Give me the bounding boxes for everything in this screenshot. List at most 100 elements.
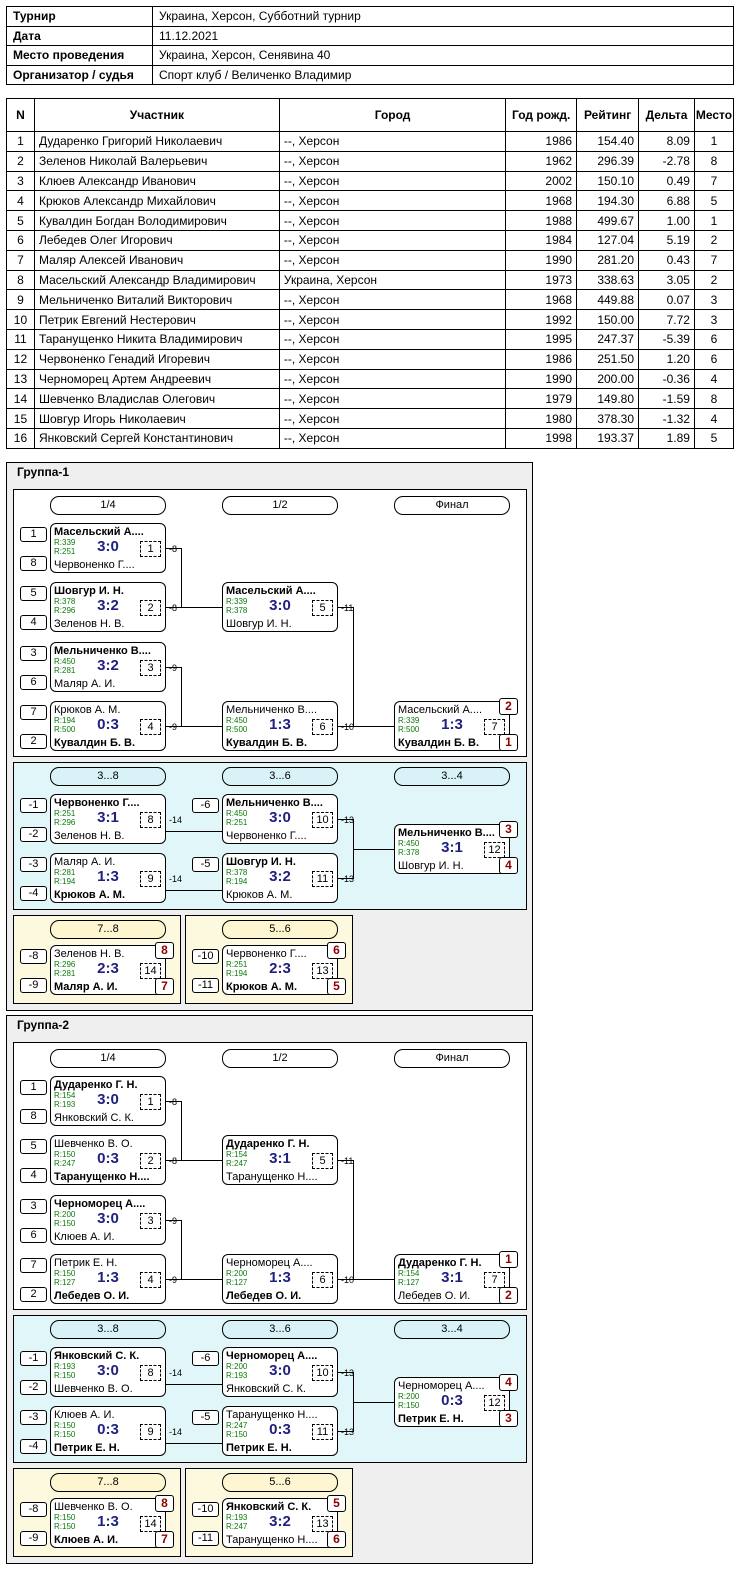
loser-link-label: -9 xyxy=(169,663,178,673)
match-number: 7 xyxy=(484,719,505,735)
match-box: Шевченко В. О. R:150 R:247 0:3 2 Таранущенко … xyxy=(50,1135,166,1185)
player-1-name: Дударенко Г. Н. xyxy=(54,1079,138,1091)
rating: 296.39 xyxy=(576,150,640,172)
seed-box: 1 xyxy=(20,1080,47,1095)
seed-box: -4 xyxy=(20,1439,47,1454)
player-1-name: Дударенко Г. Н. xyxy=(398,1257,482,1269)
place-badge: 5 xyxy=(327,1495,346,1512)
match-box: Дударенко Г. Н. R:154 R:193 3:0 1 Янковский С… xyxy=(50,1076,166,1126)
loser-link-label: -9 xyxy=(169,722,178,732)
round-label: Финал xyxy=(394,496,510,515)
match-number: 11 xyxy=(312,871,333,887)
participant-name: Кувалдин Богдан Володимирович xyxy=(33,210,280,231)
participant-row: 10 Петрик Евгений Нестерович --, Херсон 199… xyxy=(6,309,735,330)
place-number: 14 xyxy=(6,388,35,410)
player-1-name: Шовгур И. Н. xyxy=(54,585,124,597)
player-1-rating: R:450 xyxy=(54,657,76,666)
place-badge: 2 xyxy=(499,1287,518,1304)
match-number: 6 xyxy=(312,719,333,735)
participant-city: --, Херсон xyxy=(278,249,507,271)
info-row: Турнир Украина, Херсон, Субботний турнир xyxy=(6,6,734,27)
place-number: 7 xyxy=(6,249,35,271)
final-place: 4 xyxy=(693,408,735,429)
seed-box: -1 xyxy=(20,1351,47,1366)
participant-city: --, Херсон xyxy=(278,388,507,410)
match-number: 1 xyxy=(140,541,161,557)
bracket-line xyxy=(166,1279,181,1280)
place-number: 6 xyxy=(6,229,35,251)
match-box: Масельский А.... R:339 R:251 3:0 1 Червоненко… xyxy=(50,523,166,573)
header-participant-name: Участник xyxy=(33,98,280,132)
bracket-line xyxy=(338,1372,353,1373)
header-final-place: Место xyxy=(693,98,735,132)
loser-link-label: -14 xyxy=(169,815,183,825)
rating: 149.80 xyxy=(576,388,640,410)
player-2-rating: R:127 xyxy=(226,1278,248,1287)
place-badge: 7 xyxy=(155,978,174,995)
header-place-number: N xyxy=(6,98,35,132)
place-badge: 8 xyxy=(155,1495,174,1512)
match-box: Шевченко В. О. R:150 R:150 1:3 14 Клюев А. И. xyxy=(50,1498,166,1548)
seed-box: -10 xyxy=(192,949,219,964)
player-1-name: Янковский С. К. xyxy=(226,1501,312,1513)
player-2-name: Петрик Е. Н. xyxy=(398,1413,464,1425)
player-2-name: Кувалдин Б. В. xyxy=(226,737,308,749)
bracket-line xyxy=(166,831,222,832)
bracket-line xyxy=(181,726,222,727)
seed-box: -9 xyxy=(20,1531,47,1546)
birth-year: 1992 xyxy=(505,309,578,330)
match-box: Черноморец А.... R:200 R:150 3:0 3 Клюев А. И… xyxy=(50,1195,166,1245)
classification-7-8: 7...8 Шевченко В. О. R:150 R:150 1:3 14 Клюев … xyxy=(13,1468,181,1557)
rating: 150.00 xyxy=(576,309,640,330)
match-score: 0:3 xyxy=(97,716,119,733)
bracket-line xyxy=(338,607,353,608)
place-badge: 4 xyxy=(499,857,518,874)
final-place: 3 xyxy=(693,309,735,330)
participant-row: 3 Клюев Александр Иванович --, Херсон 2002 1… xyxy=(6,170,735,192)
player-2-rating: R:500 xyxy=(54,725,76,734)
seed-box: 2 xyxy=(20,1287,47,1302)
player-1-name: Мельниченко В.... xyxy=(398,827,495,839)
birth-year: 1995 xyxy=(505,328,578,350)
header-birth-year: Год рожд. xyxy=(505,98,578,132)
round-label: 5...6 xyxy=(222,920,338,939)
match-score: 0:3 xyxy=(269,1421,291,1438)
match-box: Мельниченко В.... R:450 R:500 1:3 6 Кувалдин … xyxy=(222,701,338,751)
player-2-name: Крюков А. М. xyxy=(226,889,293,901)
participant-row: 1 Дударенко Григорий Николаевич --, Херсон… xyxy=(6,131,735,152)
match-box: Маляр А. И. R:281 R:194 1:3 9 Крюков А. М. xyxy=(50,853,166,903)
participant-city: --, Херсон xyxy=(278,229,507,251)
player-1-name: Черноморец А.... xyxy=(54,1198,146,1210)
bracket-line xyxy=(181,548,182,608)
birth-year: 1986 xyxy=(505,131,578,152)
rating-delta: -5.39 xyxy=(638,328,695,350)
participant-row: 9 Мельниченко Виталий Викторович --, Херсо… xyxy=(6,289,735,311)
bracket-line xyxy=(181,607,222,608)
participant-city: --, Херсон xyxy=(278,328,507,350)
match-score: 0:3 xyxy=(97,1421,119,1438)
seed-box: 4 xyxy=(20,1168,47,1183)
seed-box: -11 xyxy=(192,1531,219,1546)
player-1-rating: R:251 xyxy=(226,960,248,969)
participant-name: Шовгур Игорь Николаевич xyxy=(33,408,280,429)
player-1-name: Клюев А. И. xyxy=(54,1409,115,1421)
player-2-rating: R:193 xyxy=(226,1371,248,1380)
player-2-rating: R:127 xyxy=(398,1278,420,1287)
rating-delta: -1.32 xyxy=(638,408,695,429)
final-place: 8 xyxy=(693,150,735,172)
player-1-rating: R:193 xyxy=(226,1513,248,1522)
seed-box: -11 xyxy=(192,978,219,993)
player-1-rating: R:450 xyxy=(226,809,248,818)
seed-box: -6 xyxy=(192,1351,219,1366)
loser-link-label: -8 xyxy=(169,603,178,613)
info-key: Место проведения xyxy=(6,45,153,66)
seed-box: -8 xyxy=(20,1502,47,1517)
match-number: 12 xyxy=(484,1395,505,1411)
participant-city: --, Херсон xyxy=(278,131,507,152)
player-2-rating: R:378 xyxy=(398,848,420,857)
place-badge: 5 xyxy=(327,978,346,995)
player-2-rating: R:251 xyxy=(226,818,248,827)
seed-box: -5 xyxy=(192,1410,219,1425)
rating: 251.50 xyxy=(576,348,640,370)
loser-link-label: -9 xyxy=(169,1275,178,1285)
